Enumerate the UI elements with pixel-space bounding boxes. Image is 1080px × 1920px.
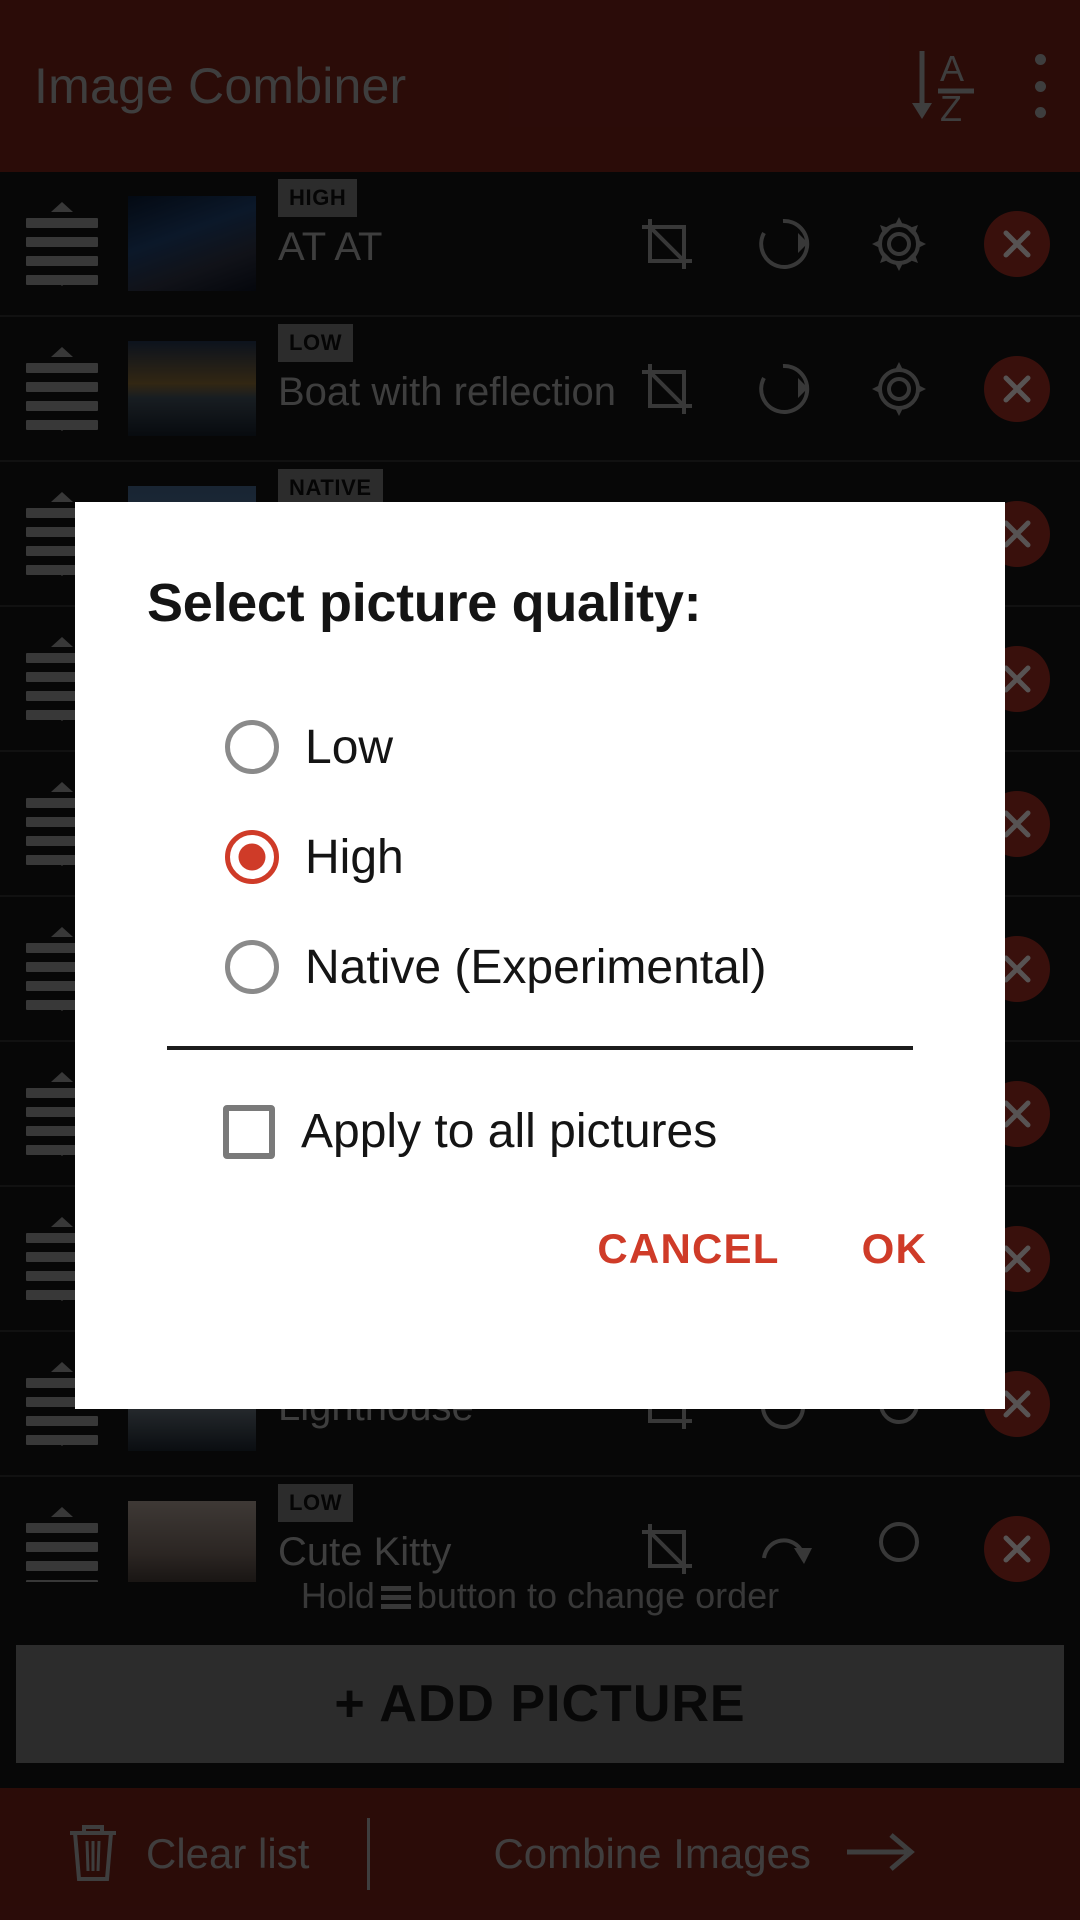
- cancel-button[interactable]: CANCEL: [597, 1225, 779, 1273]
- picture-quality-dialog: Select picture quality: Low High Native …: [75, 502, 1005, 1409]
- quality-option-label: Low: [305, 720, 394, 774]
- checkbox-icon: [223, 1104, 275, 1159]
- ok-button[interactable]: OK: [862, 1225, 927, 1273]
- quality-option-native[interactable]: Native (Experimental): [75, 912, 1005, 1022]
- quality-option-label: High: [305, 830, 404, 884]
- radio-selected-icon: [225, 830, 279, 884]
- quality-option-label: Native (Experimental): [305, 940, 767, 994]
- dialog-title: Select picture quality:: [147, 573, 702, 633]
- quality-radio-group: Low High Native (Experimental): [75, 634, 1005, 1022]
- dialog-actions: CANCEL OK: [75, 1159, 1005, 1273]
- quality-option-high[interactable]: High: [75, 802, 1005, 912]
- radio-icon: [225, 940, 279, 994]
- quality-option-low[interactable]: Low: [75, 692, 1005, 802]
- radio-icon: [225, 720, 279, 774]
- app-root: Image Combiner A Z: [0, 0, 1080, 1920]
- dialog-divider: [167, 1046, 913, 1050]
- apply-to-all-checkbox-row[interactable]: Apply to all pictures: [75, 1104, 1005, 1159]
- apply-to-all-label: Apply to all pictures: [301, 1105, 718, 1158]
